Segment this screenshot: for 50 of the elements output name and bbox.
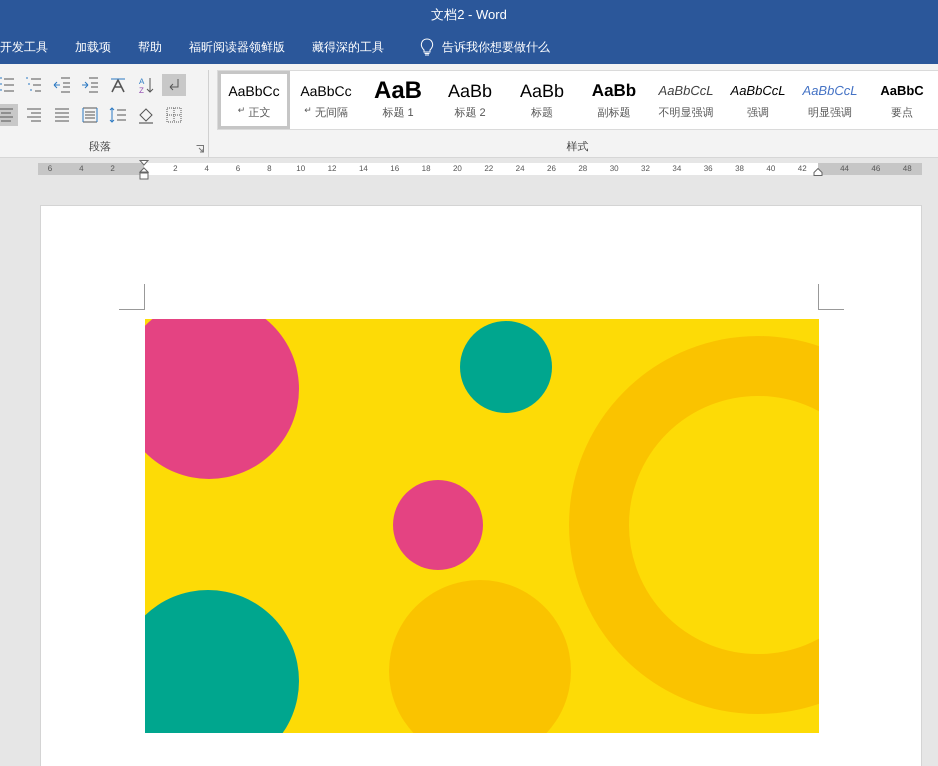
ribbon-tab[interactable]: 帮助 (138, 34, 162, 60)
right-indent-marker-icon[interactable] (813, 168, 823, 176)
ruler-number: 14 (358, 163, 369, 175)
ruler-number: 40 (765, 163, 776, 175)
ruler-number: 36 (702, 163, 714, 175)
corner-mark-icon (119, 284, 145, 310)
ruler-number: 34 (671, 163, 682, 175)
ruler-number: 30 (608, 163, 620, 175)
tell-me-field[interactable]: 告诉我你想要做什么 (442, 40, 582, 54)
ruler-number: 10 (295, 163, 306, 175)
ruler-number: 2 (172, 163, 179, 175)
lightbulb-icon (420, 38, 434, 56)
window-title: 文档2 - Word (431, 6, 507, 24)
ruler-number: 6 (234, 163, 242, 175)
ruler-number: 24 (514, 163, 526, 175)
indent-marker-icon[interactable] (139, 160, 149, 182)
ruler-number: 38 (734, 163, 745, 175)
ruler-number: 28 (577, 163, 588, 175)
indent-icon (80, 75, 100, 95)
ruler-number: 4 (203, 163, 210, 175)
ruler-number: 6 (46, 163, 54, 175)
ruler-number: 8 (266, 163, 273, 175)
distribute-icon (80, 105, 100, 125)
ruler-number: 46 (870, 163, 882, 175)
marks-button[interactable] (162, 74, 186, 96)
ruler-number: 12 (326, 163, 338, 175)
align-center-button[interactable] (0, 104, 18, 126)
ruler-number: 18 (420, 163, 432, 175)
line-spacing-icon (108, 105, 128, 125)
ruler-number: 4 (78, 163, 85, 175)
outdent-icon (52, 75, 72, 95)
ruler-number: 26 (546, 163, 557, 175)
borders-icon (164, 105, 184, 125)
ribbon-tab[interactable]: 藏得深的工具 (312, 34, 384, 60)
style-item[interactable]: AaBbCc ↵ 正文 (218, 71, 290, 129)
dialog-launcher-icon[interactable] (196, 145, 204, 153)
ruler-number: 20 (452, 163, 463, 175)
group-label: 样式 (566, 141, 588, 153)
corner-mark-icon (818, 284, 844, 310)
ribbon-tab[interactable]: 开发工具 (0, 34, 48, 60)
ruler-number: 22 (483, 163, 494, 175)
group-label: 段落 (89, 141, 111, 153)
ruler-number: 44 (839, 163, 850, 175)
ruler-number: 48 (902, 163, 913, 175)
ruler-number: 16 (389, 163, 400, 175)
ruler-number: 2 (109, 163, 116, 175)
ruler-number: 42 (796, 163, 808, 175)
ribbon-tab[interactable]: 福昕阅读器领鲜版 (189, 34, 285, 60)
ribbon-tab[interactable]: 加载项 (75, 34, 111, 60)
ruler-number: 32 (640, 163, 651, 175)
